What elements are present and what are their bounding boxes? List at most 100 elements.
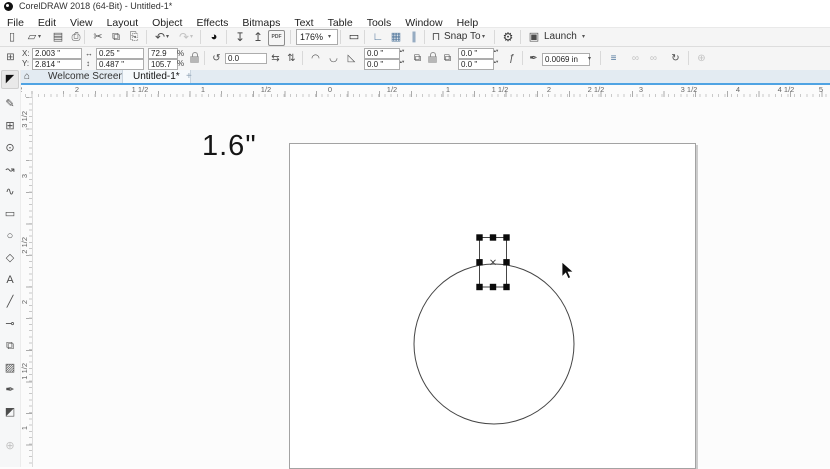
show-grid-button[interactable]: ▦: [388, 29, 404, 45]
annotation-text[interactable]: 1.6": [202, 130, 257, 163]
coreldraw-logo-icon: [4, 2, 13, 11]
zoom-tool[interactable]: ⊙: [1, 139, 19, 158]
launch-button[interactable]: Launch: [544, 31, 577, 42]
outline-width-field[interactable]: 0.0069 in: [542, 53, 590, 66]
round-corner-button[interactable]: ◠: [308, 51, 323, 66]
relative-corners-icon[interactable]: ⧉: [410, 51, 425, 66]
rotation-angle-field[interactable]: 0.0: [225, 53, 267, 64]
scalloped-corner-button[interactable]: ◡: [326, 51, 341, 66]
mirror-horizontal-button[interactable]: ⇆: [268, 51, 283, 66]
ruler-label: 2: [20, 300, 29, 304]
rectangle-tool[interactable]: ▭: [1, 205, 19, 224]
freehand-tool[interactable]: ↝: [1, 161, 19, 180]
tab-welcome-screen[interactable]: Welcome Screen: [38, 70, 134, 83]
tab-untitled-1[interactable]: Untitled-1*: [122, 70, 191, 83]
undo-dropdown-icon[interactable]: ▾: [166, 33, 169, 40]
link-button[interactable]: ∞: [646, 51, 661, 66]
vertical-ruler[interactable]: 3 1/232 1/221 1/21: [20, 97, 33, 467]
ruler-label: 4: [736, 85, 740, 94]
fullscreen-preview-button[interactable]: ▭: [346, 29, 362, 45]
toolbar-separator: [340, 30, 341, 44]
cut-button[interactable]: ✂: [90, 29, 106, 45]
wrap-text-button[interactable]: ≡: [606, 51, 621, 66]
link-button[interactable]: ∞: [628, 51, 643, 66]
pick-tool[interactable]: ◤: [1, 70, 19, 89]
interactive-fill-tool[interactable]: ◩: [1, 403, 19, 422]
outline-pen-icon: ✒: [526, 51, 541, 66]
options-gear-icon[interactable]: ⚙: [500, 29, 516, 45]
zoom-level-combo[interactable]: 176%: [296, 29, 338, 45]
corner-radius-field[interactable]: 0.0 ": [458, 48, 494, 59]
spinner-icon[interactable]: ▴▾: [398, 48, 406, 59]
scale-v-field[interactable]: 105.7: [148, 59, 178, 70]
lock-ratio-icon[interactable]: [190, 56, 199, 63]
toolbar-separator: [520, 30, 521, 44]
toolbar-separator: [200, 30, 201, 44]
standard-toolbar: ▯ ▱ ▾ ▤ ⎙ ✂ ⧉ ⎘ ↶ ▾ ↷ ▾ ◕ ↧ ↥ PDF 176% ▾…: [0, 28, 830, 47]
dimension-tool[interactable]: ╱: [1, 293, 19, 312]
ellipse-tool[interactable]: ○: [1, 227, 19, 246]
print-button[interactable]: ⎙: [68, 29, 84, 45]
ruler-label: 2 1/2: [20, 237, 29, 254]
show-guidelines-button[interactable]: ∥: [406, 29, 422, 45]
search-content-button[interactable]: ◕: [206, 29, 222, 45]
document-tab-strip: ⌂ Welcome Screen Untitled-1* +: [0, 70, 830, 83]
drawing-canvas[interactable]: 1.6": [33, 97, 830, 467]
import-button[interactable]: ↧: [232, 29, 248, 45]
snap-to-button[interactable]: Snap To: [444, 31, 481, 42]
publish-pdf-button[interactable]: PDF: [268, 30, 285, 46]
spinner-icon[interactable]: ▴▾: [398, 59, 406, 70]
mirror-vertical-button[interactable]: ⇅: [284, 51, 299, 66]
show-rulers-button[interactable]: ∟: [370, 29, 386, 45]
relative-corners-icon[interactable]: ⧉: [440, 51, 455, 66]
ruler-label: 4 1/2: [778, 85, 795, 94]
object-width-field[interactable]: 0.25 ": [96, 48, 144, 59]
page[interactable]: [289, 143, 696, 469]
copy-button[interactable]: ⧉: [108, 29, 124, 45]
y-position-field[interactable]: 2.814 ": [32, 59, 82, 70]
shape-tool[interactable]: ✎: [1, 95, 19, 114]
connector-tool[interactable]: ⊸: [1, 315, 19, 334]
artistic-media-tool[interactable]: ∿: [1, 183, 19, 202]
object-height-field[interactable]: 0.487 ": [96, 59, 144, 70]
ruler-label: 2: [75, 85, 79, 94]
polygon-tool[interactable]: ◇: [1, 249, 19, 268]
fillet-icon[interactable]: ƒ: [504, 51, 519, 66]
new-document-button[interactable]: ▯: [4, 29, 20, 45]
export-button[interactable]: ↥: [250, 29, 266, 45]
toolbar-separator: [364, 30, 365, 44]
home-icon[interactable]: ⌂: [24, 70, 30, 83]
menu-bar: FileEditViewLayoutObjectEffectsBitmapsTe…: [0, 13, 830, 28]
snap-icon[interactable]: ⊓: [428, 29, 444, 45]
save-button[interactable]: ▤: [50, 29, 66, 45]
new-tab-button[interactable]: +: [186, 70, 192, 83]
corner-radius-field[interactable]: 0.0 ": [458, 59, 494, 70]
convert-button[interactable]: ↻: [668, 51, 683, 66]
snap-to-dropdown-icon[interactable]: ▾: [482, 33, 485, 40]
edit-corners-together-icon[interactable]: [428, 56, 437, 63]
add-property-button[interactable]: ⊕: [694, 51, 709, 66]
x-position-field[interactable]: 2.003 ": [32, 48, 82, 59]
ruler-label: 1 1/2: [132, 85, 149, 94]
object-height-icon: ↕: [86, 59, 90, 68]
zoom-level-dropdown-icon[interactable]: ▾: [328, 33, 331, 40]
scale-h-field[interactable]: 72.9: [148, 48, 178, 59]
customize-toolbox-button[interactable]: ⊕: [1, 437, 19, 456]
text-tool[interactable]: A: [1, 271, 19, 290]
spinner-icon[interactable]: ▴▾: [492, 59, 500, 70]
outline-width-dropdown-icon[interactable]: ▾: [588, 55, 591, 62]
crop-tool[interactable]: ⊞: [1, 117, 19, 136]
paste-button[interactable]: ⎘: [126, 29, 142, 45]
corner-radius-field[interactable]: 0.0 ": [364, 48, 400, 59]
chamfered-corner-button[interactable]: ◺: [344, 51, 359, 66]
spinner-icon[interactable]: ▴▾: [492, 48, 500, 59]
launch-dropdown-icon[interactable]: ▾: [582, 33, 585, 40]
corner-radius-field[interactable]: 0.0 ": [364, 59, 400, 70]
eyedropper-tool[interactable]: ✒: [1, 381, 19, 400]
open-dropdown-icon[interactable]: ▾: [38, 33, 41, 40]
ruler-label: 1: [201, 85, 205, 94]
launch-icon[interactable]: ▣: [526, 29, 542, 45]
toolbar-separator: [424, 30, 425, 44]
transparency-tool[interactable]: ▨: [1, 359, 19, 378]
drop-shadow-tool[interactable]: ⧉: [1, 337, 19, 356]
